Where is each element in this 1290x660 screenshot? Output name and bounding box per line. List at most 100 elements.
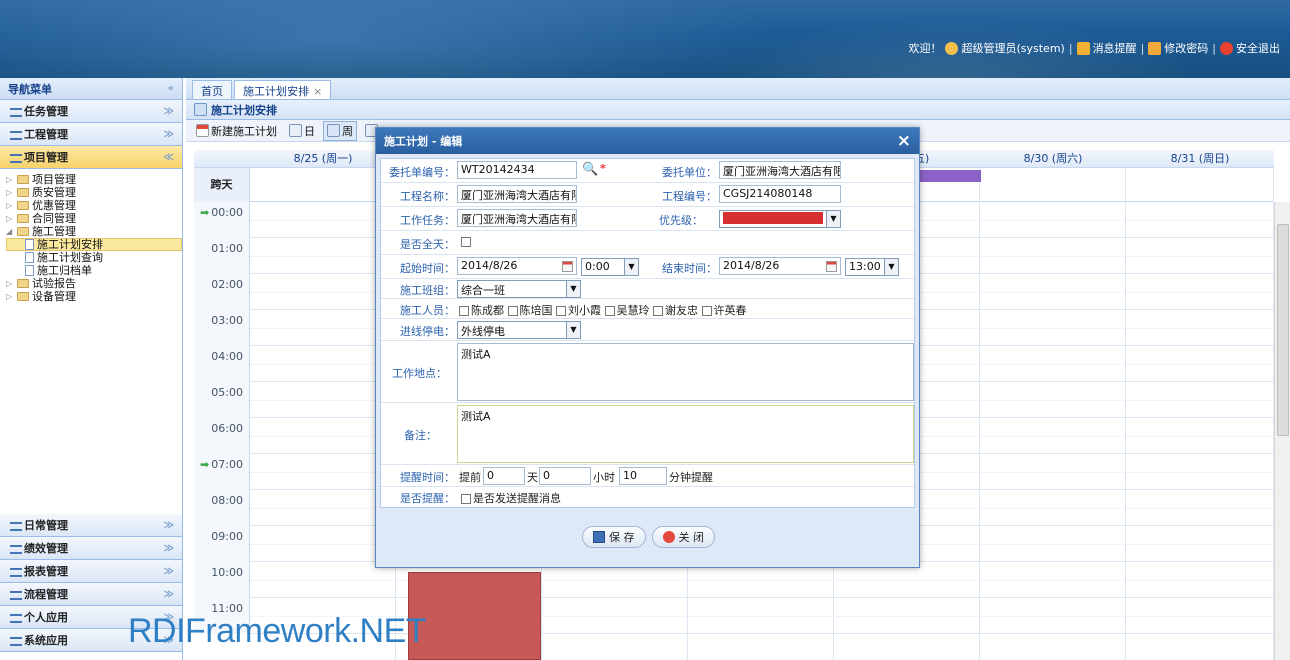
remind-days-input[interactable]: 0	[483, 467, 525, 485]
form-row: 是否全天：	[381, 231, 914, 255]
week-view-button[interactable]: 周	[323, 120, 357, 141]
change-password-link[interactable]: 修改密码	[1148, 40, 1208, 56]
accordion-personal[interactable]: 个人应用 ≫	[0, 606, 182, 629]
search-icon[interactable]: 🔍	[582, 162, 598, 177]
worker-checkbox[interactable]	[653, 306, 663, 316]
calendar-event-block[interactable]	[408, 572, 541, 660]
start-date-input[interactable]: 2014/8/26	[457, 257, 577, 275]
dialog-titlebar: 施工计划 - 编辑 ×	[376, 128, 919, 154]
user-link[interactable]: 超级管理员(system)	[945, 40, 1065, 56]
calendar-picker-icon[interactable]	[826, 261, 837, 272]
remark-textarea[interactable]: 测试A	[457, 405, 914, 463]
end-date-value: 2014/8/26	[723, 259, 780, 272]
messages-link[interactable]: 消息提醒	[1076, 40, 1137, 56]
project-no-input[interactable]: CGSJ214080148	[719, 185, 841, 203]
task-input[interactable]: 厦门亚洲海湾大酒店有限	[457, 209, 577, 227]
hour-label: 08:00	[194, 490, 250, 526]
tree-label: 施工管理	[32, 224, 76, 238]
allday-checkbox[interactable]	[461, 237, 471, 247]
collapse-icon[interactable]: ◢	[6, 226, 14, 238]
expand-icon[interactable]: ▷	[6, 213, 14, 225]
remind-before-text: 提前	[459, 471, 481, 484]
remind-hours-input[interactable]: 0	[539, 467, 591, 485]
tree-item[interactable]: ▷ 项目管理	[6, 173, 182, 186]
remind-checkbox[interactable]	[461, 494, 471, 504]
accordion-label: 流程管理	[24, 588, 68, 601]
accordion-system[interactable]: 系统应用 ≫	[0, 629, 182, 652]
tree-item[interactable]: ▷ 设备管理	[6, 290, 182, 303]
accordion-bottom-list: 日常管理 ≫ 绩效管理 ≫ 报表管理 ≫ 流程管理 ≫ 个人应用 ≫ 系统应用 ≫	[0, 514, 182, 652]
tree-item-selected[interactable]: 施工计划安排	[6, 238, 182, 251]
task-label: 工作任务：	[400, 214, 455, 227]
day-view-button[interactable]: 日	[285, 121, 319, 141]
hour-label: 06:00	[194, 418, 250, 454]
tree-item[interactable]: ◢ 施工管理	[6, 225, 182, 238]
logout-link[interactable]: 安全退出	[1220, 40, 1280, 56]
form-row: 进线停电： 外线停电 ▼	[381, 319, 914, 341]
allday-label: 跨天	[194, 168, 250, 202]
accordion-task-management[interactable]: 任务管理 ≫	[0, 100, 182, 123]
save-button[interactable]: 保 存	[582, 526, 646, 548]
worker-checkbox[interactable]	[459, 306, 469, 316]
worker-checkbox[interactable]	[604, 306, 615, 316]
chevron-up-icon: ≪	[163, 151, 174, 163]
tree-item[interactable]: ▷ 优惠管理	[6, 199, 182, 212]
start-time-select[interactable]: 0:00 ▼	[581, 258, 639, 276]
top-user-bar: 欢迎！ 超级管理员(system) | 消息提醒 | 修改密码 | 安全退出	[908, 40, 1280, 56]
scrollbar-thumb[interactable]	[1277, 224, 1289, 436]
form-row: 工作地点： 测试A	[381, 341, 914, 403]
accordion-reports[interactable]: 报表管理 ≫	[0, 560, 182, 583]
expand-icon[interactable]: ▷	[6, 187, 14, 199]
end-date-input[interactable]: 2014/8/26	[719, 257, 841, 275]
allday-cell[interactable]	[980, 168, 1126, 202]
accordion-project-management[interactable]: 项目管理 ≪	[0, 146, 182, 169]
workers-label: 施工人员：	[400, 304, 455, 317]
expand-icon[interactable]: ▷	[6, 200, 14, 212]
tree-item[interactable]: ▷ 合同管理	[6, 212, 182, 225]
tab-close-icon[interactable]: ×	[313, 85, 322, 98]
app-header: 欢迎！ 超级管理员(system) | 消息提醒 | 修改密码 | 安全退出	[0, 0, 1290, 78]
day-header[interactable]: 8/31 (周日)	[1126, 150, 1274, 168]
hour-text: 07:00	[211, 458, 243, 471]
hour-label: 11:00	[194, 598, 250, 634]
expand-icon[interactable]: ▷	[6, 174, 14, 186]
team-select[interactable]: 综合一班 ▼	[457, 280, 581, 298]
expand-icon[interactable]: ▷	[6, 278, 14, 290]
accordion-project-engineering[interactable]: 工程管理 ≫	[0, 123, 182, 146]
location-textarea[interactable]: 测试A	[457, 343, 914, 401]
collapse-sidebar-icon[interactable]: «	[168, 83, 174, 94]
day-header[interactable]: 8/30 (周六)	[980, 150, 1126, 168]
tree-item[interactable]: 施工计划查询	[6, 251, 182, 264]
panel-title: 施工计划安排	[211, 103, 277, 117]
dialog-close-icon[interactable]: ×	[897, 131, 911, 151]
allday-cell[interactable]	[1126, 168, 1274, 202]
hour-row: 11:00	[194, 598, 1274, 634]
vertical-scrollbar[interactable]	[1274, 202, 1290, 660]
calendar-picker-icon[interactable]	[562, 261, 573, 272]
accordion-workflow[interactable]: 流程管理 ≫	[0, 583, 182, 606]
worker-name: 刘小霞	[568, 304, 601, 317]
remind-minutes-input[interactable]: 10	[619, 467, 667, 485]
tab-construction-plan[interactable]: 施工计划安排 ×	[234, 80, 332, 99]
project-name-input[interactable]: 厦门亚洲海湾大酒店有限	[457, 185, 577, 203]
allday-event-bar[interactable]	[919, 170, 981, 182]
expand-icon[interactable]: ▷	[6, 291, 14, 303]
dropdown-arrow-icon: ▼	[624, 259, 638, 275]
tree-item[interactable]: 施工归档单	[6, 264, 182, 277]
end-time-select[interactable]: 13:00 ▼	[845, 258, 899, 276]
tree-item[interactable]: ▷ 试验报告	[6, 277, 182, 290]
tree-item[interactable]: ▷ 质安管理	[6, 186, 182, 199]
close-button[interactable]: 关 闭	[651, 526, 715, 548]
worker-checkbox[interactable]	[507, 306, 518, 316]
priority-select[interactable]: ▼	[719, 210, 841, 228]
new-plan-button[interactable]: 新建施工计划	[192, 121, 281, 141]
power-select[interactable]: 外线停电 ▼	[457, 321, 581, 339]
accordion-performance[interactable]: 绩效管理 ≫	[0, 537, 182, 560]
worker-checkbox[interactable]	[556, 306, 566, 316]
entrust-no-input[interactable]: WT20142434	[457, 161, 577, 179]
worker-checkbox[interactable]	[701, 306, 712, 316]
accordion-daily[interactable]: 日常管理 ≫	[0, 514, 182, 537]
entrust-unit-input[interactable]: 厦门亚洲海湾大酒店有限	[719, 161, 841, 179]
hours-unit: 小时	[593, 471, 615, 484]
tab-home[interactable]: 首页	[192, 80, 232, 99]
